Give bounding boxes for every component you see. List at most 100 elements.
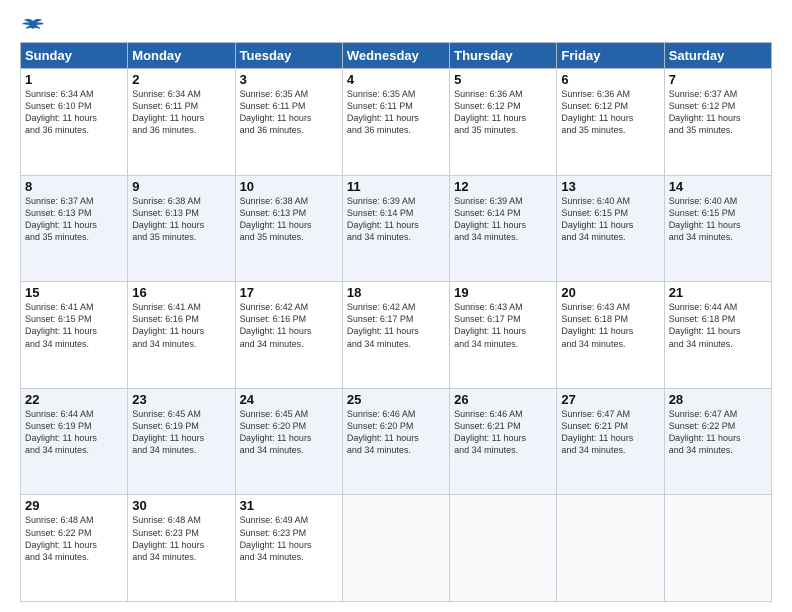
day-number: 16: [132, 285, 230, 300]
calendar-cell: 6Sunrise: 6:36 AM Sunset: 6:12 PM Daylig…: [557, 69, 664, 176]
day-number: 23: [132, 392, 230, 407]
day-info: Sunrise: 6:34 AM Sunset: 6:10 PM Dayligh…: [25, 88, 123, 137]
day-info: Sunrise: 6:34 AM Sunset: 6:11 PM Dayligh…: [132, 88, 230, 137]
calendar-cell: 25Sunrise: 6:46 AM Sunset: 6:20 PM Dayli…: [342, 388, 449, 495]
day-number: 4: [347, 72, 445, 87]
day-info: Sunrise: 6:46 AM Sunset: 6:21 PM Dayligh…: [454, 408, 552, 457]
calendar-cell: 16Sunrise: 6:41 AM Sunset: 6:16 PM Dayli…: [128, 282, 235, 389]
calendar-cell: 9Sunrise: 6:38 AM Sunset: 6:13 PM Daylig…: [128, 175, 235, 282]
calendar-table: SundayMondayTuesdayWednesdayThursdayFrid…: [20, 42, 772, 602]
calendar-cell: [557, 495, 664, 602]
page: SundayMondayTuesdayWednesdayThursdayFrid…: [0, 0, 792, 612]
calendar-cell: 10Sunrise: 6:38 AM Sunset: 6:13 PM Dayli…: [235, 175, 342, 282]
day-info: Sunrise: 6:48 AM Sunset: 6:22 PM Dayligh…: [25, 514, 123, 563]
day-info: Sunrise: 6:36 AM Sunset: 6:12 PM Dayligh…: [454, 88, 552, 137]
logo-bird-icon: [22, 18, 44, 38]
calendar-cell: 20Sunrise: 6:43 AM Sunset: 6:18 PM Dayli…: [557, 282, 664, 389]
header: [20, 18, 772, 34]
calendar-cell: 2Sunrise: 6:34 AM Sunset: 6:11 PM Daylig…: [128, 69, 235, 176]
day-number: 18: [347, 285, 445, 300]
calendar-cell: 15Sunrise: 6:41 AM Sunset: 6:15 PM Dayli…: [21, 282, 128, 389]
calendar-cell: 23Sunrise: 6:45 AM Sunset: 6:19 PM Dayli…: [128, 388, 235, 495]
day-info: Sunrise: 6:44 AM Sunset: 6:19 PM Dayligh…: [25, 408, 123, 457]
day-number: 25: [347, 392, 445, 407]
calendar-cell: 7Sunrise: 6:37 AM Sunset: 6:12 PM Daylig…: [664, 69, 771, 176]
day-number: 2: [132, 72, 230, 87]
day-info: Sunrise: 6:46 AM Sunset: 6:20 PM Dayligh…: [347, 408, 445, 457]
day-number: 9: [132, 179, 230, 194]
calendar-header-cell: Sunday: [21, 43, 128, 69]
calendar-cell: 11Sunrise: 6:39 AM Sunset: 6:14 PM Dayli…: [342, 175, 449, 282]
calendar-cell: 31Sunrise: 6:49 AM Sunset: 6:23 PM Dayli…: [235, 495, 342, 602]
day-info: Sunrise: 6:47 AM Sunset: 6:21 PM Dayligh…: [561, 408, 659, 457]
calendar-cell: [450, 495, 557, 602]
day-number: 22: [25, 392, 123, 407]
calendar-header-cell: Wednesday: [342, 43, 449, 69]
day-info: Sunrise: 6:36 AM Sunset: 6:12 PM Dayligh…: [561, 88, 659, 137]
day-info: Sunrise: 6:37 AM Sunset: 6:13 PM Dayligh…: [25, 195, 123, 244]
calendar-header-cell: Friday: [557, 43, 664, 69]
day-info: Sunrise: 6:45 AM Sunset: 6:20 PM Dayligh…: [240, 408, 338, 457]
calendar-cell: 3Sunrise: 6:35 AM Sunset: 6:11 PM Daylig…: [235, 69, 342, 176]
calendar-cell: 1Sunrise: 6:34 AM Sunset: 6:10 PM Daylig…: [21, 69, 128, 176]
calendar-cell: 5Sunrise: 6:36 AM Sunset: 6:12 PM Daylig…: [450, 69, 557, 176]
day-info: Sunrise: 6:41 AM Sunset: 6:16 PM Dayligh…: [132, 301, 230, 350]
day-number: 14: [669, 179, 767, 194]
day-number: 7: [669, 72, 767, 87]
day-number: 1: [25, 72, 123, 87]
day-number: 28: [669, 392, 767, 407]
day-number: 12: [454, 179, 552, 194]
calendar-cell: 13Sunrise: 6:40 AM Sunset: 6:15 PM Dayli…: [557, 175, 664, 282]
calendar-cell: 14Sunrise: 6:40 AM Sunset: 6:15 PM Dayli…: [664, 175, 771, 282]
day-number: 26: [454, 392, 552, 407]
day-info: Sunrise: 6:43 AM Sunset: 6:18 PM Dayligh…: [561, 301, 659, 350]
calendar-cell: 18Sunrise: 6:42 AM Sunset: 6:17 PM Dayli…: [342, 282, 449, 389]
day-number: 29: [25, 498, 123, 513]
day-number: 3: [240, 72, 338, 87]
calendar-week-row: 29Sunrise: 6:48 AM Sunset: 6:22 PM Dayli…: [21, 495, 772, 602]
calendar-cell: 8Sunrise: 6:37 AM Sunset: 6:13 PM Daylig…: [21, 175, 128, 282]
calendar-header-cell: Monday: [128, 43, 235, 69]
day-number: 13: [561, 179, 659, 194]
day-info: Sunrise: 6:47 AM Sunset: 6:22 PM Dayligh…: [669, 408, 767, 457]
calendar-header-cell: Saturday: [664, 43, 771, 69]
calendar-cell: 26Sunrise: 6:46 AM Sunset: 6:21 PM Dayli…: [450, 388, 557, 495]
day-info: Sunrise: 6:42 AM Sunset: 6:17 PM Dayligh…: [347, 301, 445, 350]
calendar-cell: 21Sunrise: 6:44 AM Sunset: 6:18 PM Dayli…: [664, 282, 771, 389]
calendar-cell: 30Sunrise: 6:48 AM Sunset: 6:23 PM Dayli…: [128, 495, 235, 602]
calendar-header-cell: Thursday: [450, 43, 557, 69]
calendar-cell: 4Sunrise: 6:35 AM Sunset: 6:11 PM Daylig…: [342, 69, 449, 176]
day-number: 31: [240, 498, 338, 513]
day-info: Sunrise: 6:45 AM Sunset: 6:19 PM Dayligh…: [132, 408, 230, 457]
day-number: 6: [561, 72, 659, 87]
day-number: 20: [561, 285, 659, 300]
calendar-week-row: 22Sunrise: 6:44 AM Sunset: 6:19 PM Dayli…: [21, 388, 772, 495]
day-info: Sunrise: 6:40 AM Sunset: 6:15 PM Dayligh…: [669, 195, 767, 244]
day-info: Sunrise: 6:35 AM Sunset: 6:11 PM Dayligh…: [240, 88, 338, 137]
calendar-week-row: 8Sunrise: 6:37 AM Sunset: 6:13 PM Daylig…: [21, 175, 772, 282]
day-info: Sunrise: 6:41 AM Sunset: 6:15 PM Dayligh…: [25, 301, 123, 350]
day-number: 27: [561, 392, 659, 407]
calendar-cell: 17Sunrise: 6:42 AM Sunset: 6:16 PM Dayli…: [235, 282, 342, 389]
calendar-cell: 12Sunrise: 6:39 AM Sunset: 6:14 PM Dayli…: [450, 175, 557, 282]
day-number: 11: [347, 179, 445, 194]
day-info: Sunrise: 6:38 AM Sunset: 6:13 PM Dayligh…: [240, 195, 338, 244]
calendar-header-cell: Tuesday: [235, 43, 342, 69]
day-info: Sunrise: 6:43 AM Sunset: 6:17 PM Dayligh…: [454, 301, 552, 350]
day-info: Sunrise: 6:48 AM Sunset: 6:23 PM Dayligh…: [132, 514, 230, 563]
calendar-header-row: SundayMondayTuesdayWednesdayThursdayFrid…: [21, 43, 772, 69]
calendar-cell: 27Sunrise: 6:47 AM Sunset: 6:21 PM Dayli…: [557, 388, 664, 495]
day-number: 24: [240, 392, 338, 407]
calendar-cell: 24Sunrise: 6:45 AM Sunset: 6:20 PM Dayli…: [235, 388, 342, 495]
calendar-cell: 22Sunrise: 6:44 AM Sunset: 6:19 PM Dayli…: [21, 388, 128, 495]
calendar-week-row: 15Sunrise: 6:41 AM Sunset: 6:15 PM Dayli…: [21, 282, 772, 389]
day-number: 17: [240, 285, 338, 300]
day-info: Sunrise: 6:42 AM Sunset: 6:16 PM Dayligh…: [240, 301, 338, 350]
day-number: 19: [454, 285, 552, 300]
day-number: 8: [25, 179, 123, 194]
day-info: Sunrise: 6:40 AM Sunset: 6:15 PM Dayligh…: [561, 195, 659, 244]
calendar-week-row: 1Sunrise: 6:34 AM Sunset: 6:10 PM Daylig…: [21, 69, 772, 176]
day-info: Sunrise: 6:38 AM Sunset: 6:13 PM Dayligh…: [132, 195, 230, 244]
calendar-cell: 28Sunrise: 6:47 AM Sunset: 6:22 PM Dayli…: [664, 388, 771, 495]
day-number: 30: [132, 498, 230, 513]
